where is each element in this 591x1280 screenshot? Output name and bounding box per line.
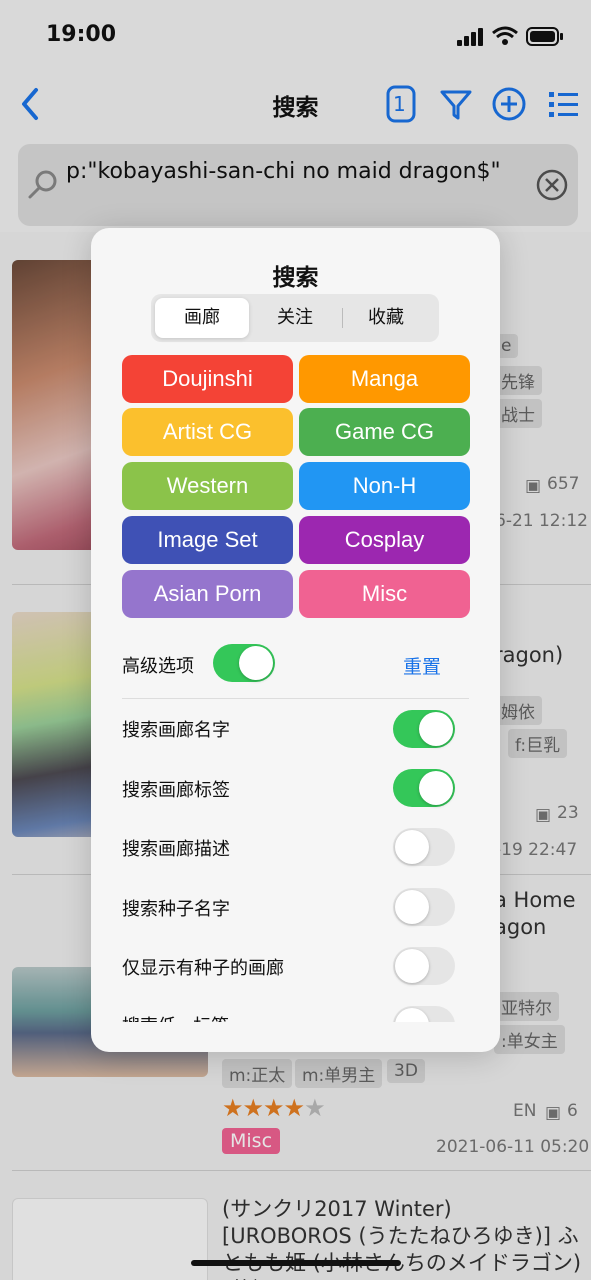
options-clip: 搜索低...标签 [91, 1004, 500, 1022]
section-divider [122, 698, 469, 699]
segment-following[interactable]: 关注 [248, 298, 342, 338]
category-asian-porn[interactable]: Asian Porn [122, 570, 293, 618]
category-doujinshi[interactable]: Doujinshi [122, 355, 293, 403]
search-options-popover: 搜索 画廊 关注 收藏 Doujinshi Manga Artist CG Ga… [91, 228, 500, 1052]
category-artist-cg[interactable]: Artist CG [122, 408, 293, 456]
advanced-options-toggle[interactable] [213, 644, 275, 682]
option-label: 仅显示有种子的画廊 [122, 958, 284, 979]
option-label: 搜索画廊标签 [122, 780, 230, 801]
category-game-cg[interactable]: Game CG [299, 408, 470, 456]
toggle-knob [395, 890, 429, 924]
search-gallery-name-toggle[interactable] [393, 710, 455, 748]
popover-title: 搜索 [272, 265, 319, 291]
only-with-torrents-toggle[interactable] [393, 947, 455, 985]
toggle-knob [419, 712, 453, 746]
option-label: 搜索种子名字 [122, 899, 230, 920]
category-western[interactable]: Western [122, 462, 293, 510]
category-non-h[interactable]: Non-H [299, 462, 470, 510]
toggle-knob [419, 771, 453, 805]
category-cosplay[interactable]: Cosplay [299, 516, 470, 564]
search-low-power-tags-toggle[interactable] [393, 1006, 455, 1022]
category-misc[interactable]: Misc [299, 570, 470, 618]
reset-button[interactable]: 重置 [403, 652, 441, 679]
option-label: 搜索低...标签 [122, 1012, 229, 1022]
segment-favorites[interactable]: 收藏 [339, 298, 433, 338]
category-image-set[interactable]: Image Set [122, 516, 293, 564]
search-gallery-description-toggle[interactable] [393, 828, 455, 866]
toggle-knob [395, 1008, 429, 1022]
toggle-knob [395, 830, 429, 864]
search-torrent-name-toggle[interactable] [393, 888, 455, 926]
home-indicator [191, 1260, 401, 1266]
option-label: 搜索画廊描述 [122, 839, 230, 860]
toggle-knob [239, 646, 273, 680]
advanced-options-label: 高级选项 [122, 656, 194, 677]
category-manga[interactable]: Manga [299, 355, 470, 403]
search-gallery-tags-toggle[interactable] [393, 769, 455, 807]
option-label: 搜索画廊名字 [122, 720, 230, 741]
search-scope-segmented-control: 画廊 关注 收藏 [151, 294, 439, 342]
toggle-knob [395, 949, 429, 983]
segment-gallery[interactable]: 画廊 [155, 298, 249, 338]
